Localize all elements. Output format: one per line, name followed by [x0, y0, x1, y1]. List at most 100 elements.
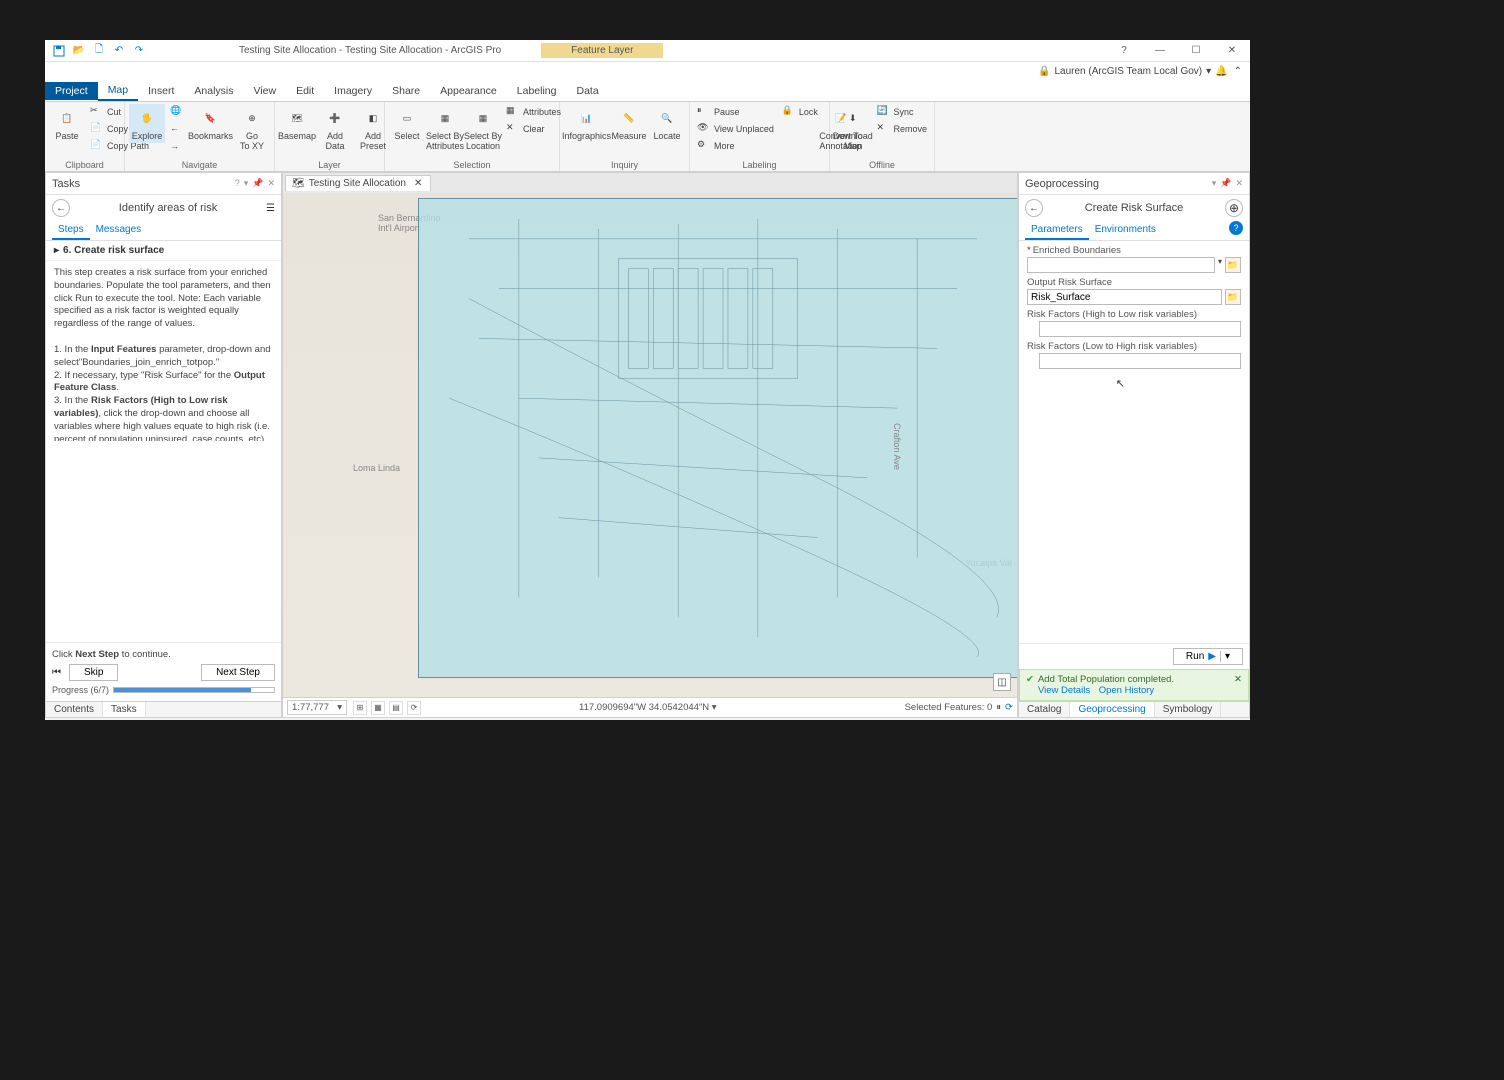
messages-tab[interactable]: Messages — [90, 221, 148, 240]
tab-edit[interactable]: Edit — [286, 82, 324, 100]
toast-close-icon[interactable]: ✕ — [1234, 674, 1242, 685]
lock-label-button[interactable]: 🔒Lock — [779, 104, 821, 120]
environments-tab[interactable]: Environments — [1089, 221, 1162, 240]
bookmarks-button[interactable]: 🔖Bookmarks — [189, 104, 232, 143]
low-high-risk-input[interactable] — [1039, 353, 1241, 369]
refresh-icon[interactable]: ⟳ — [1005, 702, 1013, 713]
next-extent-button[interactable]: → — [167, 140, 187, 156]
clear-button[interactable]: ✕Clear — [503, 121, 564, 137]
qat-open-icon[interactable]: 📂 — [71, 43, 87, 59]
tab-data[interactable]: Data — [566, 82, 608, 100]
qat-new-icon[interactable]: 🗋 — [91, 43, 107, 59]
check-icon: ✔ — [1026, 674, 1034, 685]
qat-save-icon[interactable] — [51, 43, 67, 59]
scale-input[interactable]: 1:77,777▾ — [287, 700, 347, 715]
qat-redo-icon[interactable]: ↷ — [131, 43, 147, 59]
select-button[interactable]: ▭Select — [389, 104, 425, 143]
constraint-icon[interactable]: ▤ — [389, 701, 403, 715]
download-map-button[interactable]: ⬇Download Map — [834, 104, 871, 153]
high-low-risk-input[interactable] — [1039, 321, 1241, 337]
output-risk-surface-input[interactable] — [1027, 289, 1222, 305]
pause-label-button[interactable]: ⏸Pause — [694, 104, 777, 120]
close-pane-icon[interactable]: ✕ — [267, 178, 275, 189]
tab-share[interactable]: Share — [382, 82, 430, 100]
tab-labeling[interactable]: Labeling — [507, 82, 567, 100]
task-back-button[interactable]: ← — [52, 199, 70, 217]
skip-button[interactable]: Skip — [69, 664, 118, 681]
gp-add-button[interactable]: ⊕ — [1225, 199, 1243, 217]
close-button[interactable]: ✕ — [1218, 42, 1246, 60]
prev-extent-button[interactable]: ← — [167, 122, 187, 138]
tab-view[interactable]: View — [244, 82, 287, 100]
parameters-tab[interactable]: Parameters — [1025, 221, 1089, 240]
attributes-button[interactable]: ▦Attributes — [503, 104, 564, 120]
maximize-button[interactable]: ☐ — [1182, 42, 1210, 60]
tool-help-icon[interactable]: ? — [1229, 221, 1243, 235]
grid-icon[interactable]: ▦ — [371, 701, 385, 715]
gp-close-pane-icon[interactable]: ✕ — [1235, 178, 1243, 189]
catalog-tab[interactable]: Catalog — [1019, 702, 1070, 717]
browse-output-icon[interactable]: 📁 — [1225, 289, 1241, 305]
run-button[interactable]: Run▶▾ — [1173, 648, 1243, 665]
coordinates[interactable]: 117.0909694"W 34.0542044"N ▾ — [579, 702, 717, 713]
close-map-tab-icon[interactable]: ✕ — [414, 178, 422, 189]
full-extent-button[interactable]: 🌐 — [167, 104, 187, 120]
notification-icon[interactable]: 🔔 — [1215, 66, 1227, 77]
minimize-button[interactable]: — — [1146, 42, 1174, 60]
tasks-tab[interactable]: Tasks — [103, 702, 146, 717]
basemap-button[interactable]: 🗺Basemap — [279, 104, 315, 143]
gp-autohide-icon[interactable]: ▾ — [1212, 178, 1217, 189]
open-history-link[interactable]: Open History — [1099, 685, 1154, 696]
gp-pane-title: Geoprocessing — [1025, 178, 1099, 190]
next-step-button[interactable]: Next Step — [201, 664, 275, 681]
correction-icon[interactable]: ⟳ — [407, 701, 421, 715]
tab-insert[interactable]: Insert — [138, 82, 184, 100]
task-menu-icon[interactable]: ☰ — [266, 203, 275, 214]
contextual-tab-label[interactable]: Feature Layer — [541, 43, 663, 58]
add-data-button[interactable]: ➕Add Data — [317, 104, 353, 153]
steps-tab[interactable]: Steps — [52, 221, 90, 240]
qat-undo-icon[interactable]: ↶ — [111, 43, 127, 59]
geoprocessing-tab[interactable]: Geoprocessing — [1070, 702, 1154, 717]
snap-icon[interactable]: ⊞ — [353, 701, 367, 715]
user-name[interactable]: Lauren (ArcGIS Team Local Gov) — [1054, 66, 1202, 77]
pause-draw-icon[interactable]: ⏸ — [996, 702, 1001, 713]
select-by-attributes-button[interactable]: ▦Select By Attributes — [427, 104, 463, 153]
tasks-pane-title: Tasks — [52, 178, 80, 190]
view-unplaced-button[interactable]: 👁View Unplaced — [694, 121, 777, 137]
sync-button[interactable]: 🔄Sync — [873, 104, 930, 120]
map-boundary-polygon[interactable] — [418, 198, 1017, 678]
tab-appearance[interactable]: Appearance — [430, 82, 507, 100]
map-tab[interactable]: 🗺 Testing Site Allocation ✕ — [285, 175, 431, 191]
tab-map[interactable]: Map — [98, 81, 138, 101]
user-dropdown-icon[interactable]: ▾ — [1206, 66, 1211, 77]
locate-button[interactable]: 🔍Locate — [649, 104, 685, 143]
help-button[interactable]: ? — [1110, 42, 1138, 60]
tab-project[interactable]: Project — [45, 82, 98, 100]
enriched-boundaries-input[interactable] — [1027, 257, 1215, 273]
paste-button[interactable]: 📋Paste — [49, 104, 85, 143]
explore-button[interactable]: 🖐Explore — [129, 104, 165, 143]
help-icon[interactable]: ? — [235, 178, 240, 189]
measure-button[interactable]: 📏Measure — [611, 104, 647, 143]
select-by-location-button[interactable]: ▦Select By Location — [465, 104, 501, 153]
gp-back-button[interactable]: ← — [1025, 199, 1043, 217]
task-restart-icon[interactable]: ⏮ — [52, 667, 61, 678]
map-view[interactable]: San Bernardino Int'l Airport Loma Linda … — [283, 193, 1017, 697]
symbology-tab[interactable]: Symbology — [1155, 702, 1221, 717]
contents-tab[interactable]: Contents — [46, 702, 103, 717]
view-details-link[interactable]: View Details — [1038, 685, 1090, 696]
more-labeling-button[interactable]: ⚙More — [694, 138, 777, 154]
browse-input-icon[interactable]: 📁 — [1225, 257, 1241, 273]
gp-pin-icon[interactable]: 📌 — [1220, 178, 1231, 189]
autohide-icon[interactable]: ▾ — [244, 178, 249, 189]
remove-button[interactable]: ✕Remove — [873, 121, 930, 137]
pin-icon[interactable]: 📌 — [252, 178, 263, 189]
swipe-control-icon[interactable]: ◫ — [993, 673, 1011, 691]
infographics-button[interactable]: 📊Infographics — [564, 104, 609, 143]
tab-analysis[interactable]: Analysis — [184, 82, 243, 100]
parcel-grid-icon — [419, 199, 1017, 677]
tab-imagery[interactable]: Imagery — [324, 82, 382, 100]
goto-xy-button[interactable]: ⊕Go To XY — [234, 104, 270, 153]
collapse-ribbon-icon[interactable]: ⌃ — [1234, 66, 1242, 77]
